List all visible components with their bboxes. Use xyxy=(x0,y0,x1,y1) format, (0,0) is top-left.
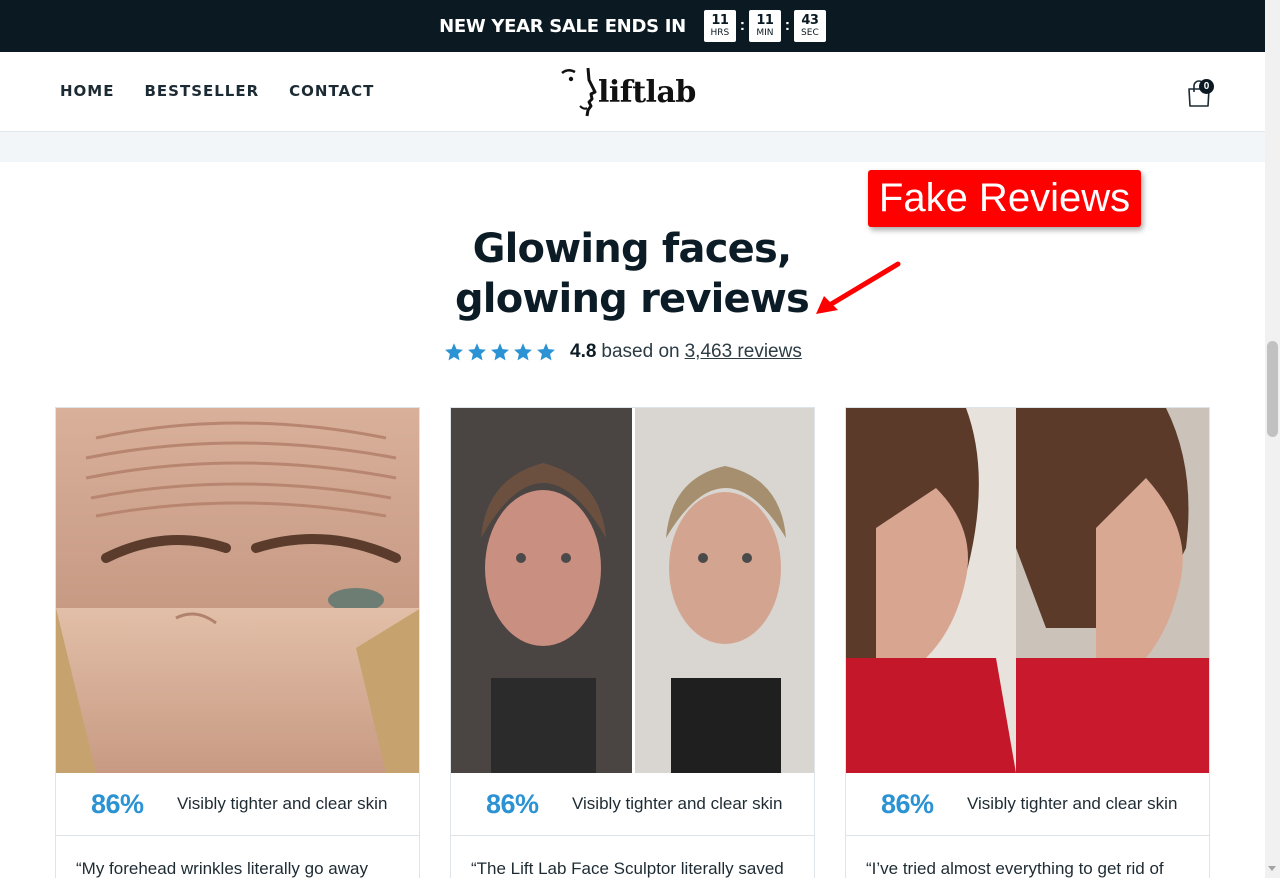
timer-minutes-value: 11 xyxy=(756,13,774,28)
nav-contact[interactable]: CONTACT xyxy=(289,82,374,100)
stat-text: Visibly tighter and clear skin xyxy=(572,794,783,813)
stat-row: 86% Visibly tighter and clear skin xyxy=(451,773,814,836)
timer-hours-label: HRS xyxy=(710,28,730,38)
logo-text: liftlab xyxy=(598,74,696,110)
main-nav: HOME BESTSELLER CONTACT xyxy=(60,82,374,100)
stat-percent: 86% xyxy=(881,788,934,819)
star-icon xyxy=(468,343,486,361)
rating-based-on: based on xyxy=(601,341,680,362)
star-icon xyxy=(514,343,532,361)
review-card: 86% Visibly tighter and clear skin “The … xyxy=(450,407,815,878)
review-quote: “The Lift Lab Face Sculptor literally sa… xyxy=(471,859,784,878)
face-before-after-photo xyxy=(451,408,814,773)
timer-minutes: 11 MIN xyxy=(748,10,781,42)
timer-hours-value: 11 xyxy=(711,13,729,28)
star-icon xyxy=(445,343,463,361)
star-icon xyxy=(537,343,555,361)
nav-home[interactable]: HOME xyxy=(60,82,114,100)
review-card: 86% Visibly tighter and clear skin “My f… xyxy=(55,407,420,878)
timer-separator: : xyxy=(784,17,791,34)
stat-row: 86% Visibly tighter and clear skin xyxy=(56,773,419,836)
timer-seconds-label: SEC xyxy=(801,28,819,38)
review-quote: “My forehead wrinkles literally go away xyxy=(76,859,368,878)
nav-bestseller[interactable]: BESTSELLER xyxy=(144,82,259,100)
reviews-count-link[interactable]: 3,463 reviews xyxy=(685,341,802,363)
jawline-before-after-photo xyxy=(846,408,1209,773)
face-profile-logo-icon xyxy=(561,67,597,117)
star-icon xyxy=(491,343,509,361)
timer-minutes-label: MIN xyxy=(756,28,774,38)
cart-count-badge: 0 xyxy=(1199,79,1214,94)
forehead-before-after-photo xyxy=(56,408,419,773)
logo[interactable]: liftlab xyxy=(556,66,696,118)
page-scrollbar[interactable] xyxy=(1265,0,1280,878)
stat-percent: 86% xyxy=(486,788,539,819)
timer-hours: 11 HRS xyxy=(703,10,736,42)
announcement-text: NEW YEAR SALE ENDS IN xyxy=(439,15,686,37)
scrollbar-thumb[interactable] xyxy=(1267,341,1278,437)
stat-text: Visibly tighter and clear skin xyxy=(967,794,1178,813)
review-card: 86% Visibly tighter and clear skin “I’ve… xyxy=(845,407,1210,878)
timer-separator: : xyxy=(739,17,746,34)
annotation-arrow-icon xyxy=(816,261,901,314)
site-header: HOME BESTSELLER CONTACT liftlab 0 xyxy=(0,52,1265,132)
announcement-bar: NEW YEAR SALE ENDS IN 11 HRS : 11 MIN : … xyxy=(0,0,1265,52)
star-rating xyxy=(444,342,556,362)
countdown-timer: 11 HRS : 11 MIN : 43 SEC xyxy=(703,10,826,42)
section-divider xyxy=(0,132,1265,162)
timer-seconds-value: 43 xyxy=(801,13,819,28)
timer-seconds: 43 SEC xyxy=(793,10,826,42)
rating-score: 4.8 xyxy=(570,341,597,362)
fake-reviews-annotation: Fake Reviews xyxy=(868,170,1141,227)
rating-summary: 4.8 based on 3,463 reviews xyxy=(444,340,802,364)
scroll-down-arrow-icon[interactable] xyxy=(1268,866,1276,871)
review-quote: “I’ve tried almost everything to get rid… xyxy=(866,859,1164,878)
stat-text: Visibly tighter and clear skin xyxy=(177,794,388,813)
stat-row: 86% Visibly tighter and clear skin xyxy=(846,773,1209,836)
stat-percent: 86% xyxy=(91,788,144,819)
